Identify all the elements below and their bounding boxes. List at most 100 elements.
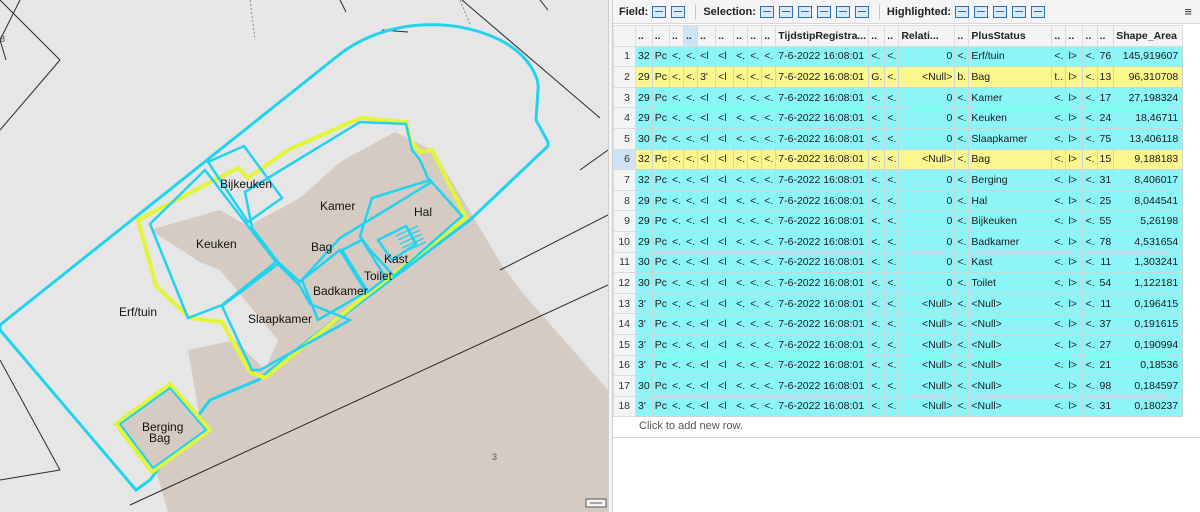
table-cell[interactable]: <. [747,169,763,191]
table-cell[interactable]: <. [868,45,886,68]
table-cell[interactable]: 30 [635,272,653,294]
table-cell[interactable]: <l [715,292,735,315]
table-cell[interactable]: <. [1082,107,1098,129]
table-cell[interactable]: <. [747,127,763,150]
column-header[interactable]: .. [697,25,717,47]
map-view[interactable]: Bijkeuken Kamer Hal Keuken Bag Kast Toil… [0,0,608,512]
table-row[interactable]: 7 32 Pc <. <. <l <l <. <. <. 7-6-2022 16:08:01 <. <.… [613,169,1184,191]
table-cell[interactable]: 7-6-2022 16:08:01 [775,66,870,88]
table-cell[interactable]: <. [884,272,900,294]
table-cell[interactable]: 8,406017 [1113,169,1184,191]
table-cell[interactable]: <Null> [968,375,1053,397]
column-header[interactable]: .. [884,25,900,47]
table-cell[interactable]: 27,198324 [1113,86,1184,109]
column-header[interactable]: Shape_Area [1113,25,1184,47]
table-cell[interactable]: <. [747,292,763,315]
table-cell[interactable]: <l [697,395,717,418]
table-cell[interactable]: <Null> [898,66,956,88]
table-cell[interactable]: 0,180237 [1113,395,1184,418]
table-cell[interactable]: <l [715,333,735,356]
table-cell[interactable]: <. [761,272,777,294]
table-cell[interactable]: <. [668,313,685,335]
table-cell[interactable]: 7-6-2022 16:08:01 [775,210,870,232]
table-cell[interactable]: <. [1082,395,1098,418]
table-cell[interactable]: 29 [635,66,653,88]
table-cell[interactable]: <. [733,313,749,335]
table-cell[interactable]: <. [1082,189,1098,212]
table-cell[interactable]: Kamer [968,86,1053,109]
table-cell[interactable]: <l [697,210,717,232]
table-cell[interactable]: <. [668,66,685,88]
table-cell[interactable]: 32 [635,148,653,171]
table-cell[interactable]: <. [733,66,749,88]
table-cell[interactable]: <. [868,375,886,397]
column-header[interactable]: .. [1051,25,1067,47]
table-cell[interactable]: <. [683,86,699,109]
table-row[interactable]: 10 29 Pc <. <. <l <l <. <. <. 7-6-2022 16:08:01 <. <… [613,230,1184,253]
table-cell[interactable]: Pc [651,313,670,335]
table-cell[interactable]: <. [884,292,900,315]
table-cell[interactable]: <. [683,148,699,171]
column-header[interactable]: .. [954,25,970,47]
table-cell[interactable]: l> [1065,66,1084,88]
row-number[interactable]: 17 [613,375,636,397]
table-cell[interactable]: <. [668,354,685,377]
table-cell[interactable]: <. [733,148,749,171]
table-cell[interactable]: l> [1065,210,1084,232]
table-cell[interactable]: <. [668,107,685,129]
table-cell[interactable]: 0 [898,189,956,212]
table-cell[interactable]: <. [868,313,886,335]
table-cell[interactable]: <. [683,395,699,418]
table-cell[interactable]: <l [715,86,735,109]
table-cell[interactable]: l> [1065,107,1084,129]
table-cell[interactable]: <. [733,395,749,418]
table-cell[interactable]: <. [683,45,699,68]
table-cell[interactable]: <. [884,375,900,397]
table-cell[interactable]: <. [733,189,749,212]
table-cell[interactable]: <Null> [968,354,1053,377]
table-row[interactable]: 8 29 Pc <. <. <l <l <. <. <. 7-6-2022 16:08:01 <. <.… [613,189,1184,212]
table-cell[interactable]: <. [884,210,900,232]
table-cell[interactable]: l> [1065,333,1084,356]
copy-highlighted-icon[interactable] [1031,5,1046,18]
table-cell[interactable]: <. [747,210,763,232]
table-cell[interactable]: <. [884,333,900,356]
table-cell[interactable]: 32 [635,169,653,191]
table-cell[interactable]: <l [715,272,735,294]
table-cell[interactable]: <. [954,127,970,150]
table-cell[interactable]: <. [733,107,749,129]
table-cell[interactable]: <. [733,86,749,109]
table-cell[interactable]: Pc [651,251,670,274]
delete-selection-icon[interactable] [835,5,850,18]
zoom-to-highlighted-icon[interactable] [955,5,970,18]
map-canvas[interactable]: Bijkeuken Kamer Hal Keuken Bag Kast Toil… [0,0,608,512]
table-cell[interactable]: <. [868,148,886,171]
table-cell[interactable]: 3' [697,66,717,88]
row-number[interactable]: 5 [613,127,636,150]
table-cell[interactable]: <. [1082,333,1098,356]
column-header[interactable]: .. [683,25,699,47]
table-cell[interactable]: <l [697,292,717,315]
table-cell[interactable]: Berging [968,169,1053,191]
table-cell[interactable]: <. [733,333,749,356]
table-cell[interactable]: 7-6-2022 16:08:01 [775,169,870,191]
column-header[interactable]: .. [761,25,777,47]
table-cell[interactable]: 29 [635,189,653,212]
table-cell[interactable]: l> [1065,354,1084,377]
table-cell[interactable]: <. [1051,313,1067,335]
table-cell[interactable]: Pc [651,354,670,377]
table-cell[interactable]: <. [668,230,685,253]
table-cell[interactable]: <. [668,375,685,397]
table-cell[interactable]: <. [761,375,777,397]
table-cell[interactable]: 7-6-2022 16:08:01 [775,148,870,171]
table-cell[interactable]: <. [761,251,777,274]
row-number[interactable]: 14 [613,313,636,335]
column-header[interactable]: .. [668,25,685,47]
table-cell[interactable]: <. [884,86,900,109]
table-cell[interactable]: <. [683,210,699,232]
table-cell[interactable]: t.. [1051,66,1067,88]
table-cell[interactable]: <l [715,127,735,150]
table-cell[interactable]: <. [1051,45,1067,68]
table-cell[interactable]: <. [683,292,699,315]
table-cell[interactable]: <l [715,354,735,377]
